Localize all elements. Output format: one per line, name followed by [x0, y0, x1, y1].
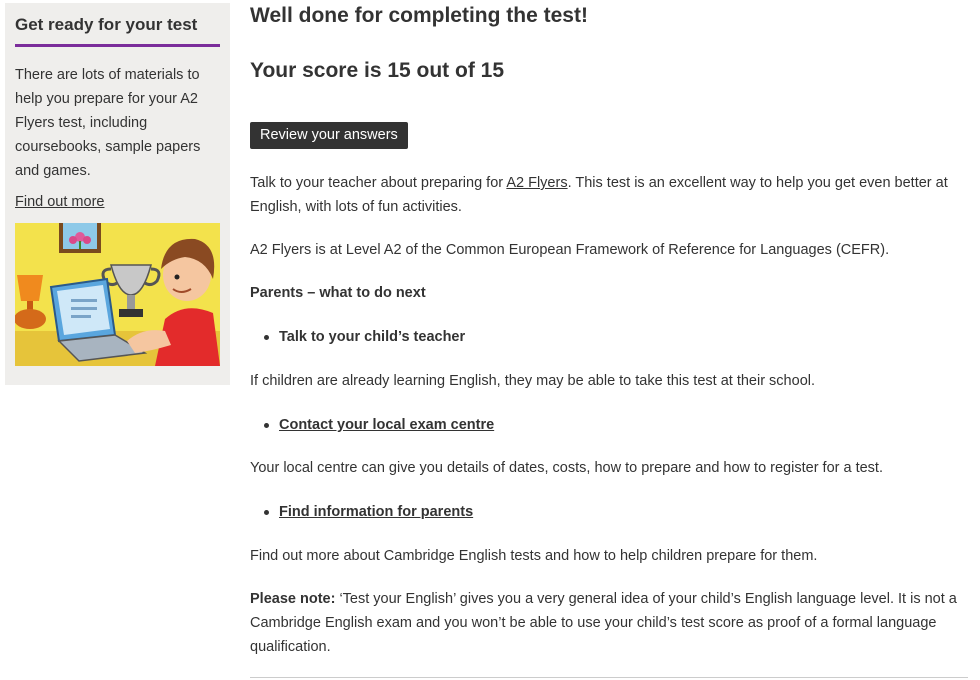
- sidebar-title: Get ready for your test: [15, 15, 198, 34]
- bullet-dot: [264, 423, 269, 428]
- content-divider: [250, 677, 968, 678]
- intro-paragraph: Talk to your teacher about preparing for…: [250, 171, 968, 219]
- bullet-dot: [264, 335, 269, 340]
- sidebar-panel: Get ready for your test There are lots o…: [5, 3, 230, 385]
- bullet-teacher-label: Talk to your child’s teacher: [279, 329, 466, 345]
- bullet-exam-centre: Contact your local exam centre: [250, 413, 494, 437]
- find-out-more-link[interactable]: Find out more: [15, 194, 104, 210]
- note-paragraph: Please note: ‘Test your English’ gives y…: [250, 587, 968, 659]
- sidebar-text: There are lots of materials to help you …: [15, 67, 201, 179]
- parents-paragraph: Find out more about Cambridge English te…: [250, 548, 818, 564]
- completion-heading: Well done for completing the test!: [250, 4, 588, 27]
- parents-heading: Parents – what to do next: [250, 285, 426, 301]
- main-content: Well done for completing the test! Your …: [250, 0, 970, 680]
- bullet-teacher: Talk to your child’s teacher: [250, 325, 465, 349]
- intro-text-start: Talk to your teacher about preparing for: [250, 175, 507, 191]
- a2-flyers-link[interactable]: A2 Flyers: [506, 175, 567, 191]
- bullet-parents-info: Find information for parents: [250, 500, 473, 524]
- note-label: Please note:: [250, 591, 336, 607]
- bullet-dot: [264, 510, 269, 515]
- teacher-paragraph: If children are already learning English…: [250, 373, 816, 389]
- level-paragraph: A2 Flyers is at Level A2 of the Common E…: [250, 242, 890, 258]
- parents-information-link[interactable]: Find information for parents: [279, 504, 473, 520]
- score-heading: Your score is 15 out of 15: [250, 59, 505, 82]
- centre-paragraph: Your local centre can give you details o…: [250, 460, 883, 476]
- sidebar-divider: [15, 44, 220, 47]
- note-text: ‘Test your English’ gives you a very gen…: [250, 591, 957, 655]
- contact-exam-centre-link[interactable]: Contact your local exam centre: [279, 417, 494, 433]
- boy-with-laptop-illustration: [15, 223, 220, 366]
- review-answers-button[interactable]: Review your answers: [250, 122, 408, 149]
